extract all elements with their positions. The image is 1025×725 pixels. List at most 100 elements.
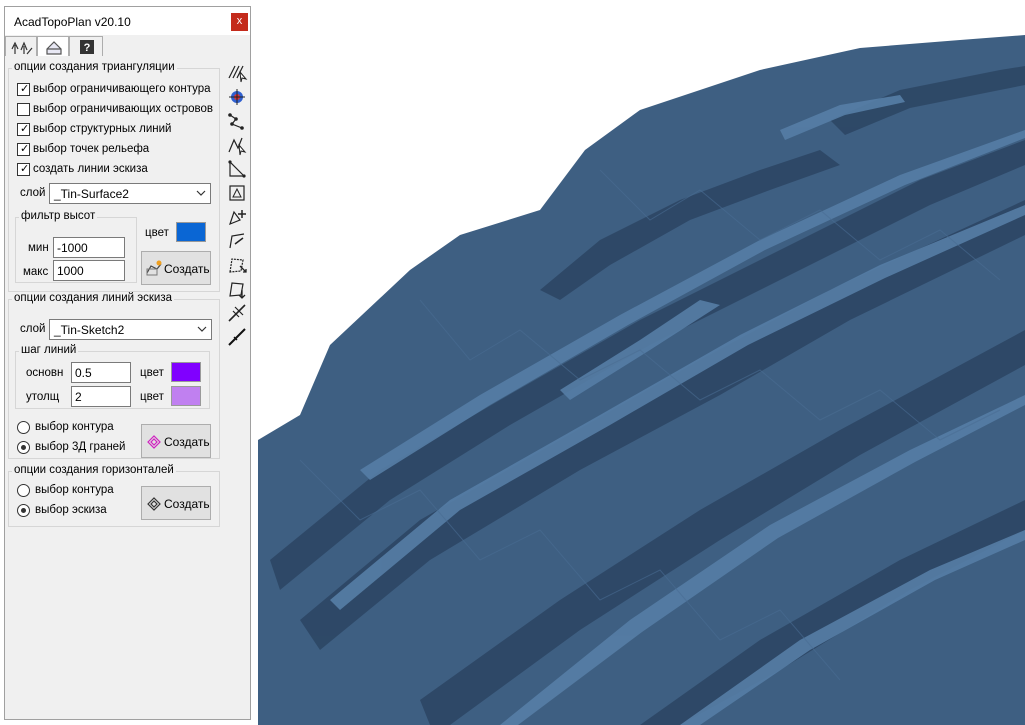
max-height-input[interactable]: 1000 bbox=[53, 260, 125, 281]
contour-legend: опции создания горизонталей bbox=[12, 464, 176, 476]
polyline-nodes-icon bbox=[228, 113, 244, 130]
trees-icon bbox=[11, 41, 33, 55]
line-step-legend: шаг линий bbox=[19, 344, 79, 356]
checkbox-relief-points-label: выбор точек рельефа bbox=[33, 143, 150, 155]
check-icon: ✓ bbox=[20, 83, 30, 95]
chevron-down-icon bbox=[197, 326, 207, 332]
checkbox-bounding-contour-label: выбор ограничивающего контура bbox=[33, 83, 211, 95]
sketch-layer-select[interactable]: _Tin-Sketch2 bbox=[49, 319, 212, 340]
min-label: мин bbox=[28, 242, 49, 254]
triangulate-select-icon bbox=[228, 65, 248, 83]
line-tool-icon bbox=[228, 328, 246, 346]
check-icon: ✓ bbox=[20, 143, 30, 155]
radio-sketch-contour[interactable] bbox=[17, 421, 30, 434]
break-lines-icon bbox=[228, 137, 247, 156]
line-step-group: шаг линий основн 0.5 цвет утолщ 2 цвет bbox=[15, 344, 210, 409]
thick-step-label: утолщ bbox=[26, 391, 60, 403]
flip-edge-icon bbox=[228, 304, 246, 322]
checkbox-structural-lines-label: выбор структурных линий bbox=[33, 123, 172, 135]
sketch-options-group: опции создания линий эскиза слой _Tin-Sk… bbox=[8, 292, 220, 459]
thick-step-value: 2 bbox=[75, 390, 82, 404]
surface-color-swatch[interactable] bbox=[176, 222, 206, 242]
thick-line-color-swatch[interactable] bbox=[171, 386, 201, 406]
radio-sketch-3d-faces-label: выбор 3Д граней bbox=[35, 441, 126, 453]
triangulation-options-group: опции создания триангуляции ✓ выбор огра… bbox=[8, 61, 220, 292]
tool-polyline-nodes[interactable] bbox=[226, 110, 248, 132]
checkbox-relief-points[interactable]: ✓ bbox=[17, 143, 30, 156]
create-sketch-button[interactable]: Создать bbox=[141, 424, 211, 458]
create-contours-label: Создать bbox=[164, 497, 210, 511]
height-filter-group: фильтр высот мин -1000 макс 1000 bbox=[15, 210, 137, 283]
min-height-input[interactable]: -1000 bbox=[53, 237, 125, 258]
tab-trees[interactable] bbox=[5, 36, 37, 56]
triangle-edge-icon bbox=[228, 160, 246, 178]
checkbox-sketch-lines-label: создать линии эскиза bbox=[33, 163, 148, 175]
main-step-label: основн bbox=[26, 367, 64, 379]
window-title: AcadTopoPlan v20.10 bbox=[14, 15, 131, 29]
title-bar[interactable]: AcadTopoPlan v20.10 x bbox=[5, 7, 250, 35]
radio-contour-sketch-label: выбор эскиза bbox=[35, 504, 107, 516]
tool-edit-edge[interactable] bbox=[226, 230, 248, 252]
surface-color-label: цвет bbox=[145, 227, 169, 239]
close-icon: x bbox=[236, 15, 243, 27]
min-height-value: -1000 bbox=[57, 241, 88, 255]
radio-contour-sketch[interactable] bbox=[17, 504, 30, 517]
delete-point-icon bbox=[229, 282, 246, 299]
tool-add-point[interactable] bbox=[226, 206, 248, 228]
height-filter-legend: фильтр высот bbox=[19, 210, 98, 222]
create-surface-label: Создать bbox=[164, 262, 210, 276]
tab-help[interactable]: ? bbox=[69, 36, 103, 56]
main-color-label: цвет bbox=[140, 367, 164, 379]
boundary-box-icon bbox=[229, 185, 245, 201]
acadtopoplan-palette: AcadTopoPlan v20.10 x ? опции создания т… bbox=[4, 6, 251, 720]
sketch-layer-label: слой bbox=[20, 323, 46, 335]
surface-layer-value: _Tin-Surface2 bbox=[54, 187, 129, 201]
help-icon: ? bbox=[80, 40, 94, 54]
tool-triangulate-select[interactable] bbox=[226, 62, 248, 84]
edit-edge-icon bbox=[229, 233, 245, 249]
thick-color-label: цвет bbox=[140, 391, 164, 403]
contours-create-icon bbox=[147, 497, 161, 511]
house-icon bbox=[46, 41, 62, 55]
radio-contour-outline-label: выбор контура bbox=[35, 484, 114, 496]
move-point-icon bbox=[229, 258, 247, 273]
check-icon: ✓ bbox=[20, 163, 30, 175]
thick-step-input[interactable]: 2 bbox=[71, 386, 131, 407]
surface-layer-select[interactable]: _Tin-Surface2 bbox=[49, 183, 211, 204]
max-height-value: 1000 bbox=[57, 264, 84, 278]
tool-line[interactable] bbox=[226, 326, 248, 348]
radio-contour-outline[interactable] bbox=[17, 484, 30, 497]
tool-break-lines[interactable] bbox=[226, 134, 248, 156]
tool-point-cloud[interactable] bbox=[226, 86, 248, 108]
contour-options-group: опции создания горизонталей выбор контур… bbox=[8, 464, 220, 527]
tool-boundary-box[interactable] bbox=[226, 182, 248, 204]
checkbox-bounding-islands[interactable] bbox=[17, 103, 30, 116]
surface-create-icon bbox=[146, 260, 162, 276]
close-button[interactable]: x bbox=[231, 13, 248, 31]
tool-move-point[interactable] bbox=[226, 254, 248, 276]
sketch-create-icon bbox=[147, 435, 161, 449]
checkbox-structural-lines[interactable]: ✓ bbox=[17, 123, 30, 136]
radio-sketch-contour-label: выбор контура bbox=[35, 421, 114, 433]
tool-flip-edge[interactable] bbox=[226, 302, 248, 324]
checkbox-bounding-islands-label: выбор ограничивающих островов bbox=[33, 103, 214, 115]
checkbox-bounding-contour[interactable]: ✓ bbox=[17, 83, 30, 96]
tool-triangle-edge[interactable] bbox=[226, 158, 248, 180]
layer-label: слой bbox=[20, 187, 46, 199]
point-cloud-icon bbox=[229, 89, 245, 105]
triangulation-legend: опции создания триангуляции bbox=[12, 61, 177, 73]
checkbox-sketch-lines[interactable]: ✓ bbox=[17, 163, 30, 176]
radio-sketch-3d-faces[interactable] bbox=[17, 441, 30, 454]
main-step-input[interactable]: 0.5 bbox=[71, 362, 131, 383]
sketch-layer-value: _Tin-Sketch2 bbox=[54, 323, 125, 337]
main-line-color-swatch[interactable] bbox=[171, 362, 201, 382]
tool-delete-point[interactable] bbox=[226, 278, 248, 300]
chevron-down-icon bbox=[196, 190, 206, 196]
main-step-value: 0.5 bbox=[75, 366, 92, 380]
check-icon: ✓ bbox=[20, 123, 30, 135]
create-surface-button[interactable]: Создать bbox=[141, 251, 211, 285]
create-contours-button[interactable]: Создать bbox=[141, 486, 211, 520]
tab-house[interactable] bbox=[37, 36, 69, 56]
max-label: макс bbox=[23, 266, 49, 278]
create-sketch-label: Создать bbox=[164, 435, 210, 449]
